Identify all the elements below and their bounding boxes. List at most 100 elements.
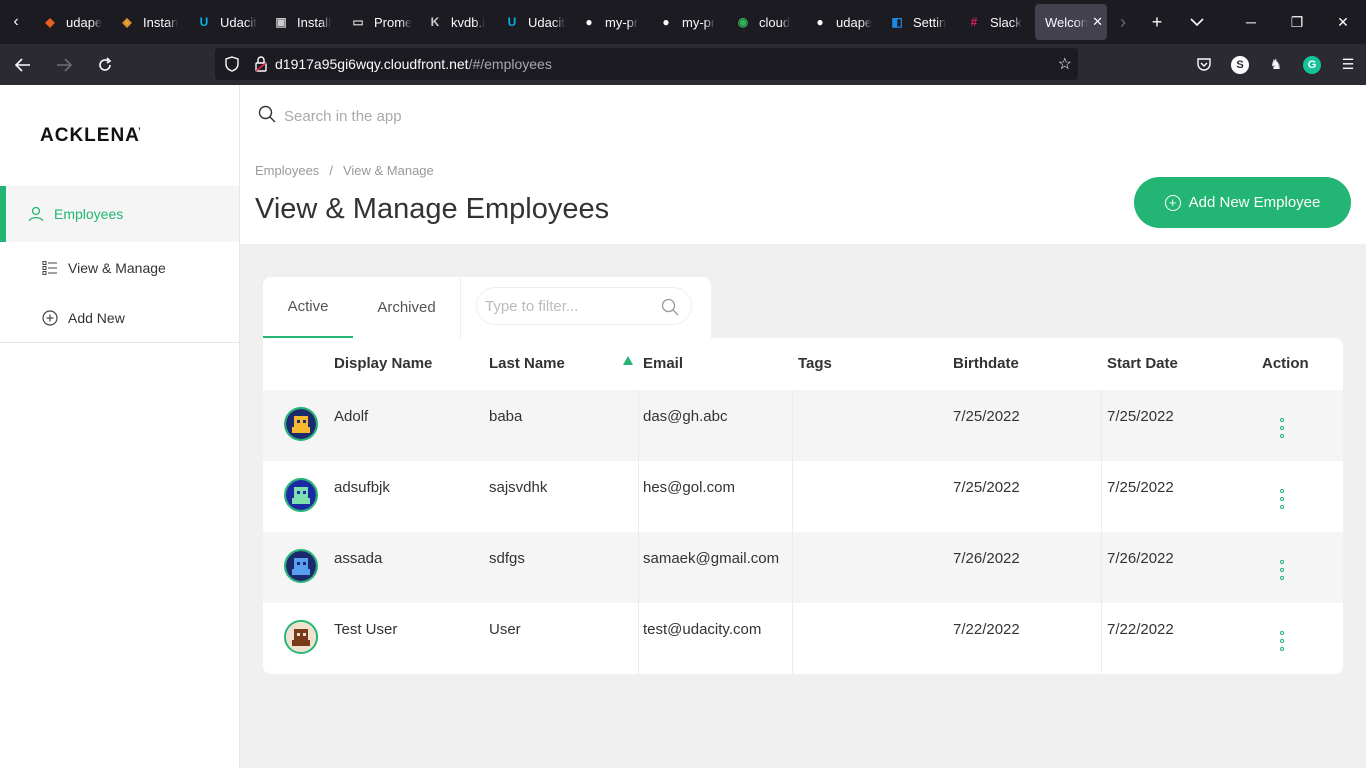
breadcrumb-employees[interactable]: Employees [255, 163, 319, 178]
cell-birthdate: 7/26/2022 [953, 550, 1020, 567]
new-tab-icon[interactable]: + [1137, 0, 1177, 44]
cloud-green-icon: ◉ [737, 15, 749, 29]
column-display-name[interactable]: Display Name [334, 355, 432, 372]
extension-paw-icon[interactable]: ♞ [1258, 44, 1294, 85]
sidebar-item-add-new[interactable]: Add New [0, 290, 239, 346]
browser-tab[interactable]: ● my-pr [648, 0, 725, 44]
search-input[interactable]: Search in the app [284, 108, 402, 125]
menu-icon[interactable]: ☰ [1330, 44, 1366, 85]
brand-logo: ACKLENAVENUE [40, 125, 140, 146]
toolbar-extensions: S ♞ G ☰ [1186, 44, 1366, 85]
tab-label: Udacit [220, 14, 257, 30]
filter-input[interactable]: Type to filter... [476, 287, 692, 325]
browser-tab[interactable]: ▣ Install [263, 0, 340, 44]
column-start-date[interactable]: Start Date [1107, 355, 1178, 372]
pocket-icon[interactable] [1186, 44, 1222, 85]
back-icon[interactable] [5, 49, 41, 81]
tab-scroll-right-icon[interactable]: › [1109, 0, 1137, 44]
url-path: /#/employees [468, 56, 552, 72]
close-window-icon[interactable]: ✕ [1320, 0, 1366, 44]
tracking-shield-icon[interactable] [217, 56, 247, 72]
search-icon [258, 105, 276, 128]
cell-start-date: 7/26/2022 [1107, 550, 1174, 567]
cell-birthdate: 7/25/2022 [953, 479, 1020, 496]
table-header: Display Name Last Name Email Tags Birthd… [263, 338, 1343, 390]
site-info-icon[interactable] [247, 56, 275, 72]
row-actions-kebab-icon[interactable] [1278, 631, 1286, 651]
tab-archived[interactable]: Archived [353, 277, 460, 338]
account-s-icon[interactable]: S [1222, 44, 1258, 85]
cell-divider [792, 390, 793, 461]
sidebar-item-view-manage[interactable]: View & Manage [0, 240, 239, 296]
sort-ascending-icon[interactable] [623, 356, 633, 365]
cell-last-name: sdfgs [489, 550, 525, 567]
browser-tab[interactable]: # Slack [956, 0, 1033, 44]
tab-label: kvdb.i [451, 14, 485, 30]
column-email[interactable]: Email [643, 355, 683, 372]
close-tab-icon[interactable]: ✕ [1092, 14, 1103, 30]
avatar [284, 407, 318, 441]
cell-last-name: baba [489, 408, 523, 425]
tab-scroll-left-icon[interactable]: ‹ [0, 0, 32, 44]
table-row[interactable]: Adolf baba das@gh.abc 7/25/2022 7/25/2022 [263, 390, 1343, 461]
cell-display-name: adsufbjk [334, 479, 390, 496]
restore-icon[interactable]: ❐ [1274, 0, 1320, 44]
browser-tab[interactable]: ● my-pr [571, 0, 648, 44]
udacity-icon: U [507, 15, 517, 29]
row-actions-kebab-icon[interactable] [1278, 560, 1286, 580]
browser-nav-bar: d1917a95gi6wqy.cloudfront.net/#/employee… [0, 44, 1366, 85]
table-row[interactable]: assada sdfgs samaek@gmail.com 7/26/2022 7/26… [263, 532, 1343, 603]
browser-tab[interactable]: ◧ Settin [879, 0, 956, 44]
row-actions-kebab-icon[interactable] [1278, 418, 1286, 438]
avatar [284, 549, 318, 583]
table-row[interactable]: adsufbjk sajsvdhk hes@gol.com 7/25/2022 7/25… [263, 461, 1343, 532]
avatar [284, 620, 318, 654]
grammarly-icon[interactable]: G [1294, 44, 1330, 85]
column-last-name[interactable]: Last Name [489, 355, 565, 372]
cell-start-date: 7/22/2022 [1107, 621, 1174, 638]
cell-last-name: sajsvdhk [489, 479, 548, 496]
browser-tab[interactable]: ▭ Prome [340, 0, 417, 44]
cell-divider [638, 461, 639, 532]
cell-divider [792, 603, 793, 674]
tab-label: Udacit [528, 14, 565, 30]
filter-placeholder: Type to filter... [485, 297, 579, 315]
cell-last-name: User [489, 621, 521, 638]
browser-tab[interactable]: ◉ cloud [725, 0, 802, 44]
column-birthdate[interactable]: Birthdate [953, 355, 1019, 372]
reload-icon[interactable] [87, 49, 123, 81]
url-bar[interactable]: d1917a95gi6wqy.cloudfront.net/#/employee… [215, 48, 1078, 80]
page-title: View & Manage Employees [255, 193, 610, 225]
github-icon: ● [585, 15, 593, 29]
column-action: Action [1262, 355, 1309, 372]
cell-email: samaek@gmail.com [643, 550, 780, 567]
tab-label: Welcon [1045, 14, 1089, 30]
browser-tab[interactable]: U Udacit [494, 0, 571, 44]
forward-icon[interactable] [46, 49, 82, 81]
browser-tab[interactable]: ● udape [802, 0, 879, 44]
filter-search-icon [661, 298, 679, 321]
page-header: Employees / View & Manage View & Manage Em… [240, 147, 1366, 244]
terminal-icon: ▣ [275, 15, 287, 29]
browser-tab[interactable]: ◈ Instan [109, 0, 186, 44]
url-host: d1917a95gi6wqy.cloudfront.net [275, 56, 469, 72]
browser-tab[interactable]: Kkvdb.i [417, 0, 494, 44]
add-new-employee-button[interactable]: + Add New Employee [1134, 177, 1351, 228]
tab-label: Prome [374, 14, 413, 30]
browser-tab[interactable]: ◆ udape [32, 0, 109, 44]
cell-birthdate: 7/25/2022 [953, 408, 1020, 425]
sidebar-item-employees[interactable]: Employees [0, 186, 239, 242]
browser-tab-active[interactable]: Welcon ✕ [1035, 4, 1107, 40]
bookmark-star-icon[interactable]: ☆ [1058, 54, 1072, 74]
column-tags[interactable]: Tags [798, 355, 832, 372]
breadcrumb-separator: / [329, 163, 333, 178]
app-search-bar[interactable]: Search in the app [240, 85, 1366, 147]
row-actions-kebab-icon[interactable] [1278, 489, 1286, 509]
tab-active[interactable]: Active [263, 277, 353, 338]
table-row[interactable]: Test User User test@udacity.com 7/22/2022 7/… [263, 603, 1343, 674]
app-root: ACKLENAVENUE Employees View & Manage Add… [0, 85, 1366, 768]
list-tabs-icon[interactable] [1177, 0, 1217, 44]
minimize-icon[interactable]: ─ [1228, 0, 1274, 44]
cell-email: das@gh.abc [643, 408, 728, 425]
browser-tab[interactable]: U Udacit [186, 0, 263, 44]
